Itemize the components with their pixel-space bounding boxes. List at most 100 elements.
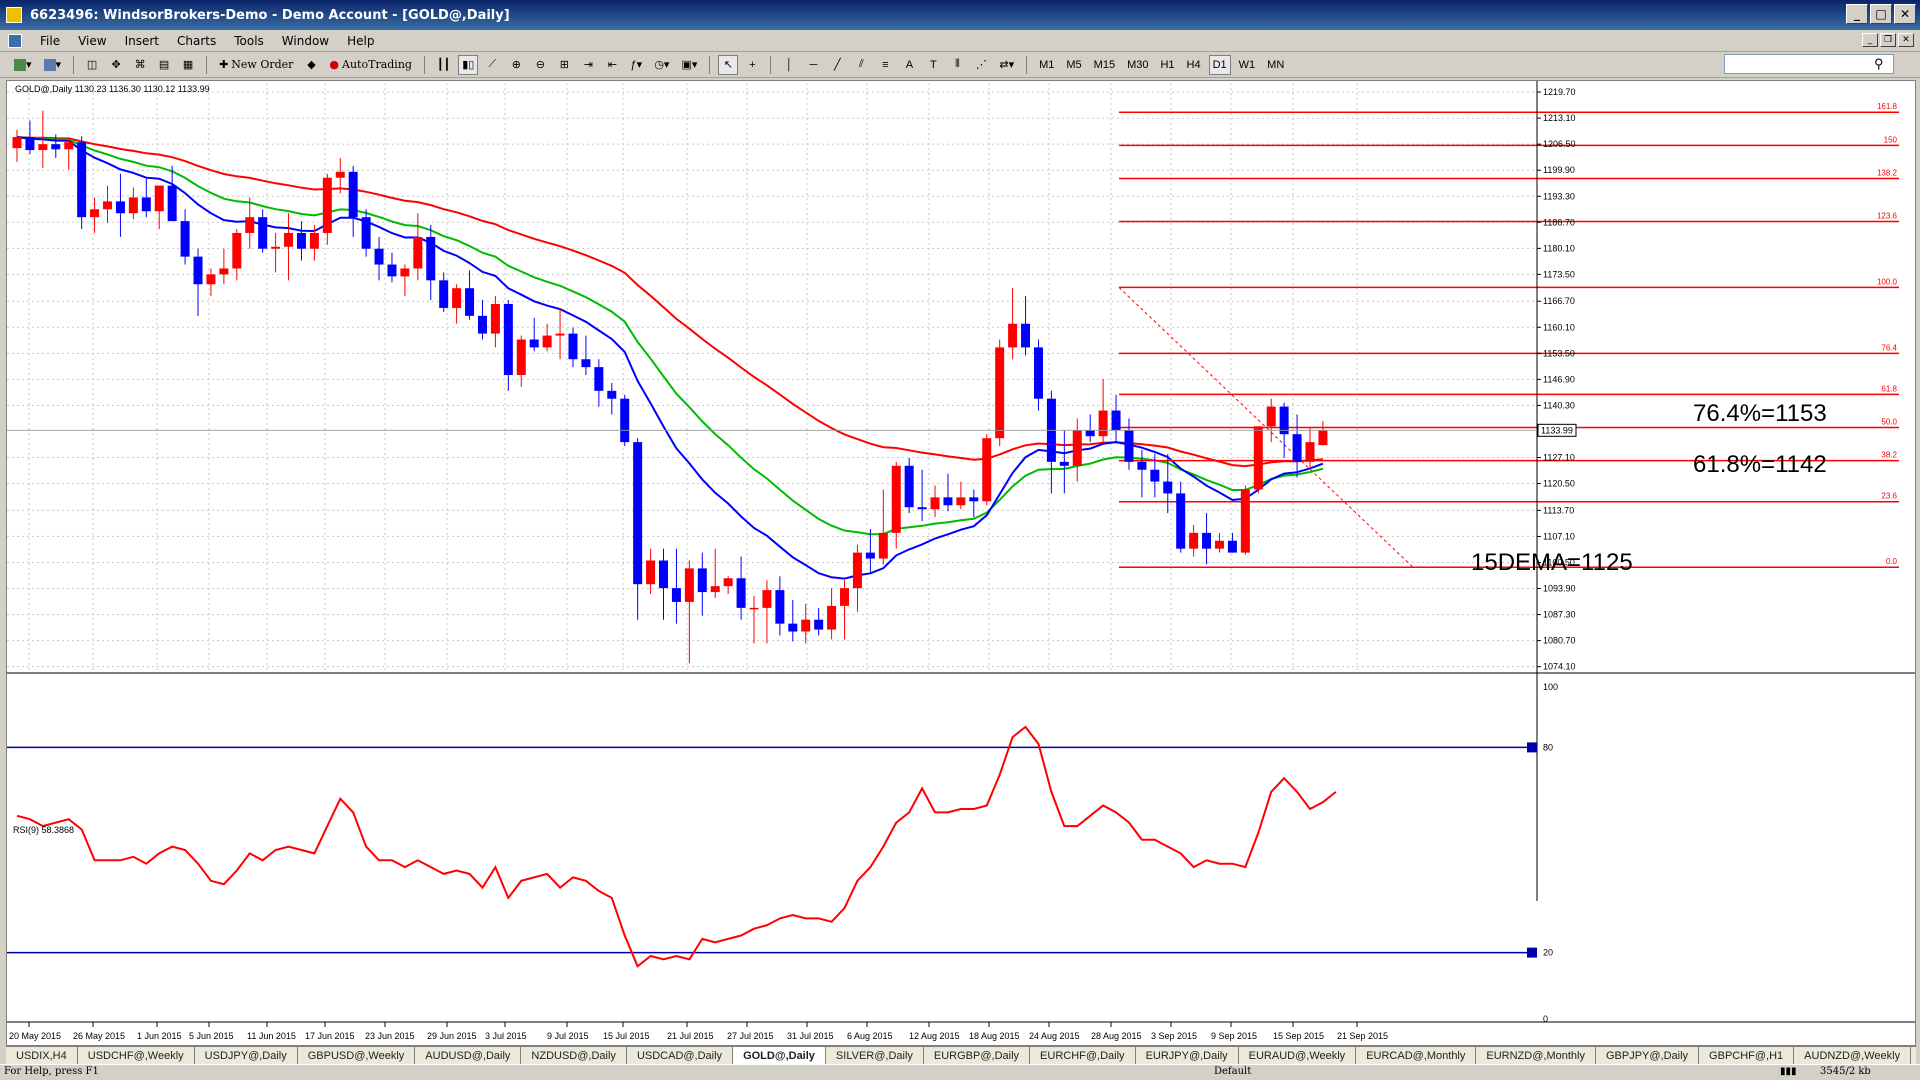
menu-help[interactable]: Help	[347, 34, 374, 48]
menu-tools[interactable]: Tools	[234, 34, 264, 48]
title-bar: 6623496: WindsorBrokers-Demo - Demo Acco…	[0, 0, 1920, 30]
menu-charts[interactable]: Charts	[177, 34, 216, 48]
menu-window[interactable]: Window	[282, 34, 329, 48]
timeframe-w1[interactable]: W1	[1235, 55, 1260, 75]
market-watch-icon[interactable]: ◫	[82, 55, 102, 75]
periods-icon[interactable]: ◷▾	[650, 55, 673, 75]
candlestick-icon[interactable]: ▮▯	[458, 54, 479, 75]
indicators-icon[interactable]: ƒ▾	[626, 55, 646, 75]
bar-chart-icon[interactable]: ┃┃	[433, 55, 454, 75]
timeframe-m15[interactable]: M15	[1090, 55, 1119, 75]
search-icon[interactable]: ⚲	[1874, 56, 1890, 72]
mdi-close-button[interactable]: ✕	[1898, 33, 1914, 47]
arrows-icon[interactable]: ⇄▾	[995, 55, 1018, 75]
chart-tab[interactable]: USDIX,H4	[6, 1047, 78, 1064]
menu-file[interactable]: File	[40, 34, 60, 48]
candle-body	[374, 248, 384, 265]
chart-window[interactable]: 161.8 150 138.2 123.6 100.0 76.4 61.8 50.0 38.2 2…	[6, 80, 1916, 1046]
cursor-icon[interactable]: ↖	[718, 54, 739, 75]
candle-body	[852, 552, 862, 589]
timeframe-m5[interactable]: M5	[1062, 55, 1085, 75]
chart-tab[interactable]: NZDUSD@,Daily	[521, 1047, 627, 1064]
moving-averages	[16, 136, 1324, 580]
chart-tab[interactable]: USDCAD@,Daily	[627, 1047, 734, 1064]
autotrading-button[interactable]: ● AutoTrading	[325, 55, 416, 75]
candle-body	[1202, 532, 1212, 549]
chart-tab[interactable]: EURAUD@,Weekly	[1239, 1047, 1357, 1064]
tile-windows-icon[interactable]: ⊞	[554, 55, 574, 75]
candle-body	[736, 578, 746, 608]
autoscroll-icon[interactable]: ⇥	[578, 55, 598, 75]
ema-blue-line	[16, 136, 1324, 580]
candle-body	[477, 315, 487, 334]
search-input[interactable]	[1724, 54, 1894, 74]
candle-body	[1253, 426, 1263, 490]
text-tool-icon[interactable]: A	[899, 55, 919, 75]
data-window-icon[interactable]: ⌘	[130, 55, 150, 75]
zoom-in-icon[interactable]: ⊕	[506, 55, 526, 75]
chart-tab[interactable]: SILVER@,Daily	[826, 1047, 924, 1064]
candle-body	[1318, 430, 1328, 446]
candle-body	[64, 142, 74, 150]
fib-level-label: 100.0	[1877, 277, 1898, 286]
x-tick-label: 5 Jun 2015	[189, 1031, 234, 1041]
expert-icon[interactable]: ◆	[301, 55, 321, 75]
terminal-icon[interactable]: ▤	[154, 55, 174, 75]
chart-tab[interactable]: EURJPY@,Daily	[1136, 1047, 1239, 1064]
timeframe-m1[interactable]: M1	[1035, 55, 1058, 75]
chart-tab[interactable]: USDCHF@,Weekly	[78, 1047, 195, 1064]
profiles-button[interactable]: ▾	[40, 55, 66, 75]
trendline-icon[interactable]: ╱	[827, 55, 847, 75]
chart-tab[interactable]: EURNZD@,Monthly	[1476, 1047, 1596, 1064]
chart-tab[interactable]: AUDJPY@,Mo	[1911, 1047, 1916, 1064]
templates-icon[interactable]: ▣▾	[677, 55, 701, 75]
text-label-icon[interactable]: T	[923, 55, 943, 75]
crosshair-icon[interactable]: +	[742, 55, 762, 75]
maximize-button[interactable]: □	[1870, 4, 1892, 24]
tester-icon[interactable]: ▦	[178, 55, 198, 75]
timeframe-h4[interactable]: H4	[1183, 55, 1205, 75]
chart-tab[interactable]: GOLD@,Daily	[733, 1047, 826, 1064]
timeframe-d1[interactable]: D1	[1208, 54, 1231, 75]
zoom-out-icon[interactable]: ⊖	[530, 55, 550, 75]
vertical-line-icon[interactable]: │	[779, 55, 799, 75]
candle-body	[180, 221, 190, 257]
annotation-76: 76.4%=1153	[1693, 400, 1827, 427]
timeframe-mn[interactable]: MN	[1263, 55, 1288, 75]
candle-body	[814, 619, 824, 630]
chart-tab[interactable]: EURGBP@,Daily	[924, 1047, 1031, 1064]
chart-tab[interactable]: AUDNZD@,Weekly	[1794, 1047, 1912, 1064]
chart-tab[interactable]: GBPJPY@,Daily	[1596, 1047, 1700, 1064]
candle-body	[749, 607, 759, 610]
chart-window-icon[interactable]	[8, 33, 22, 48]
timeframe-m30[interactable]: M30	[1123, 55, 1152, 75]
x-tick-label: 21 Sep 2015	[1337, 1031, 1388, 1041]
navigator-icon[interactable]: ✥	[106, 55, 126, 75]
chart-tab[interactable]: EURCAD@,Monthly	[1356, 1047, 1477, 1064]
fib-fan-icon[interactable]: ⋰	[971, 55, 991, 75]
gann-icon[interactable]: ⦀	[947, 55, 967, 75]
fibonacci-icon[interactable]: ≡	[875, 55, 895, 75]
menu-insert[interactable]: Insert	[125, 34, 159, 48]
close-button[interactable]: ✕	[1894, 4, 1916, 24]
mdi-restore-button[interactable]: ❐	[1880, 33, 1896, 47]
chart-tab[interactable]: USDJPY@,Daily	[195, 1047, 298, 1064]
candle-body	[1214, 540, 1224, 549]
chart-tab[interactable]: AUDUSD@,Daily	[415, 1047, 522, 1064]
new-order-button[interactable]: ✚ New Order	[215, 55, 297, 75]
line-chart-icon[interactable]: ⟋	[482, 55, 502, 75]
new-chart-button[interactable]: ▾	[10, 55, 36, 75]
price-chart[interactable]: 161.8 150 138.2 123.6 100.0 76.4 61.8 50.0 38.2 2…	[7, 81, 1915, 1045]
equidistant-channel-icon[interactable]: ⫽	[851, 55, 871, 75]
chart-tab[interactable]: GBPUSD@,Weekly	[298, 1047, 416, 1064]
chart-shift-icon[interactable]: ⇤	[602, 55, 622, 75]
chart-tab[interactable]: EURCHF@,Daily	[1030, 1047, 1136, 1064]
candle-body	[1150, 469, 1160, 482]
mdi-minimize-button[interactable]: _	[1862, 33, 1878, 47]
menu-view[interactable]: View	[78, 34, 106, 48]
chart-tab[interactable]: GBPCHF@,H1	[1699, 1047, 1795, 1064]
candle-body	[193, 256, 203, 285]
timeframe-h1[interactable]: H1	[1156, 55, 1178, 75]
minimize-button[interactable]: _	[1846, 4, 1868, 24]
horizontal-line-icon[interactable]: ─	[803, 55, 823, 75]
